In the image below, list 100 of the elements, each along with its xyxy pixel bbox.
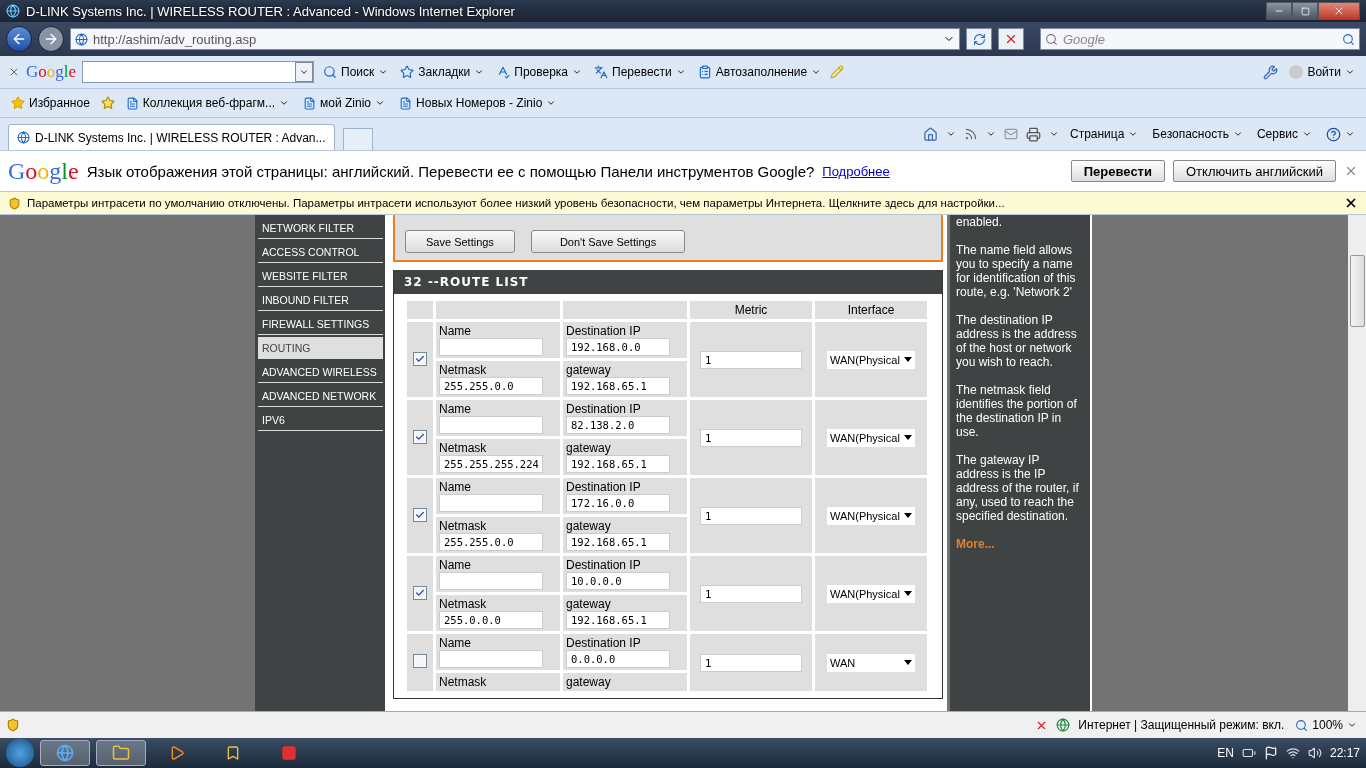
mail-icon[interactable]: [1003, 127, 1018, 141]
google-search-field[interactable]: [82, 61, 315, 83]
check-icon: [415, 588, 425, 598]
input-field[interactable]: 172.16.0.0: [566, 494, 670, 512]
favorite-link[interactable]: Новых Номеров - Zinio: [396, 94, 560, 112]
back-button[interactable]: [6, 26, 32, 52]
input-field[interactable]: 192.168.65.1: [566, 455, 670, 473]
address-field[interactable]: http://ashim/adv_routing.asp: [70, 28, 960, 50]
refresh-button[interactable]: [966, 28, 992, 50]
input-field[interactable]: 1: [700, 506, 802, 525]
nav-item[interactable]: ROUTING: [258, 337, 383, 359]
caret-icon: [474, 67, 485, 77]
scrollbar[interactable]: [1348, 215, 1366, 711]
language-indicator[interactable]: EN: [1217, 746, 1234, 760]
translate-bar-button[interactable]: Отключить английский: [1173, 160, 1336, 182]
minimize-button[interactable]: [1266, 2, 1292, 20]
input-field[interactable]: 255.255.0.0: [439, 533, 543, 551]
input-field[interactable]: [439, 494, 543, 512]
sign-in-button[interactable]: Войти: [1286, 63, 1358, 81]
caret-icon: [378, 67, 389, 77]
favorites-button[interactable]: Избранное: [8, 94, 93, 112]
start-button[interactable]: [6, 739, 34, 767]
close-icon[interactable]: [1344, 196, 1358, 210]
input-field[interactable]: 1: [700, 653, 802, 672]
shield-icon: [6, 718, 20, 732]
more-info-link[interactable]: Подробнее: [822, 163, 890, 179]
checkbox[interactable]: [413, 508, 427, 522]
input-field[interactable]: 192.168.65.1: [566, 377, 670, 395]
input-field[interactable]: [439, 572, 543, 590]
save-settings-button[interactable]: Save Settings: [405, 230, 515, 253]
toolbar-button[interactable]: Перевести: [591, 63, 689, 81]
field-label: Destination IP: [566, 558, 642, 572]
translate-bar-button[interactable]: Перевести: [1070, 160, 1165, 182]
field-label: gateway: [566, 363, 612, 377]
interface-dropdown[interactable]: WAN(Physical: [827, 428, 915, 447]
network-icon[interactable]: [1285, 746, 1300, 760]
field-label: Name: [439, 636, 472, 650]
field-label: Netmask: [439, 363, 488, 377]
print-icon[interactable]: [1025, 126, 1041, 142]
toolbar-button[interactable]: Автозаполнение: [694, 63, 825, 81]
page-icon: [17, 131, 30, 144]
maximize-button[interactable]: [1292, 2, 1318, 20]
column-header: Metric: [690, 301, 812, 319]
input-field[interactable]: 255.0.0.0: [439, 611, 543, 629]
checkbox[interactable]: [413, 352, 427, 366]
toolbar-button[interactable]: Проверка: [493, 63, 585, 81]
checkbox[interactable]: [413, 586, 427, 600]
menu-button[interactable]: Безопасность: [1149, 125, 1246, 143]
browser-tab[interactable]: D-LINK Systems Inc. | WIRELESS ROUTER : Advan...: [8, 124, 335, 150]
toolbar-button[interactable]: Поиск: [320, 63, 392, 81]
input-field[interactable]: [439, 416, 543, 434]
checkbox[interactable]: [413, 430, 427, 444]
play-icon: [169, 745, 185, 761]
home-icon[interactable]: [922, 126, 938, 142]
favorite-link[interactable]: Коллекция веб-фрагм...: [122, 94, 293, 112]
input-field[interactable]: [439, 338, 543, 356]
menu-button[interactable]: Страница: [1066, 125, 1142, 143]
input-field[interactable]: 1: [700, 428, 802, 447]
feed-icon[interactable]: [963, 127, 978, 141]
interface-dropdown[interactable]: WAN(Physical: [827, 350, 915, 369]
close-button[interactable]: [1318, 2, 1360, 20]
dropdown-arrow-icon: [904, 591, 912, 596]
input-field[interactable]: 10.0.0.0: [566, 572, 670, 590]
flag-icon[interactable]: [1263, 746, 1278, 760]
input-field[interactable]: 82.138.2.0: [566, 416, 670, 434]
input-field[interactable]: 192.168.65.1: [566, 533, 670, 551]
star-icon: [11, 96, 25, 110]
input-field[interactable]: 192.168.0.0: [566, 338, 670, 356]
zoom-button[interactable]: 100%: [1292, 716, 1360, 734]
caret-icon: [1302, 129, 1312, 139]
input-field[interactable]: 0.0.0.0: [566, 650, 670, 668]
toolbar-button[interactable]: Закладки: [397, 63, 488, 81]
menu-button[interactable]: Сервис: [1253, 125, 1315, 143]
shield-icon: [8, 196, 21, 210]
input-field[interactable]: [439, 650, 543, 668]
field-label: Netmask: [439, 675, 488, 689]
input-field[interactable]: 1: [700, 584, 802, 603]
help-text: enabled.: [956, 215, 1004, 229]
stop-button[interactable]: [998, 28, 1024, 50]
field-label: gateway: [566, 597, 612, 611]
checkbox[interactable]: [413, 654, 427, 668]
favorite-link[interactable]: мой Zinio: [300, 94, 389, 112]
add-favorite-icon[interactable]: [100, 96, 115, 110]
interface-dropdown[interactable]: WAN(Physical: [827, 584, 915, 603]
check-icon: [415, 354, 425, 364]
interface-dropdown[interactable]: WAN: [827, 653, 915, 672]
settings-icon[interactable]: [1263, 64, 1279, 80]
volume-icon[interactable]: [1307, 746, 1322, 760]
search-icon: [323, 65, 338, 79]
forward-button[interactable]: [38, 26, 64, 52]
input-field[interactable]: 255.255.0.0: [439, 377, 543, 395]
input-field[interactable]: 1: [700, 350, 802, 369]
clock: 22:17: [1329, 746, 1360, 760]
interface-dropdown[interactable]: WAN(Physical: [827, 506, 915, 525]
input-field[interactable]: 255.255.255.224: [439, 455, 543, 473]
browser-icon: [56, 744, 74, 762]
dont-save-button[interactable]: Don't Save Settings: [530, 230, 686, 253]
taskbar-button[interactable]: [96, 740, 146, 766]
input-field[interactable]: 192.168.65.1: [566, 611, 670, 629]
dropdown-arrow-icon: [904, 513, 912, 518]
